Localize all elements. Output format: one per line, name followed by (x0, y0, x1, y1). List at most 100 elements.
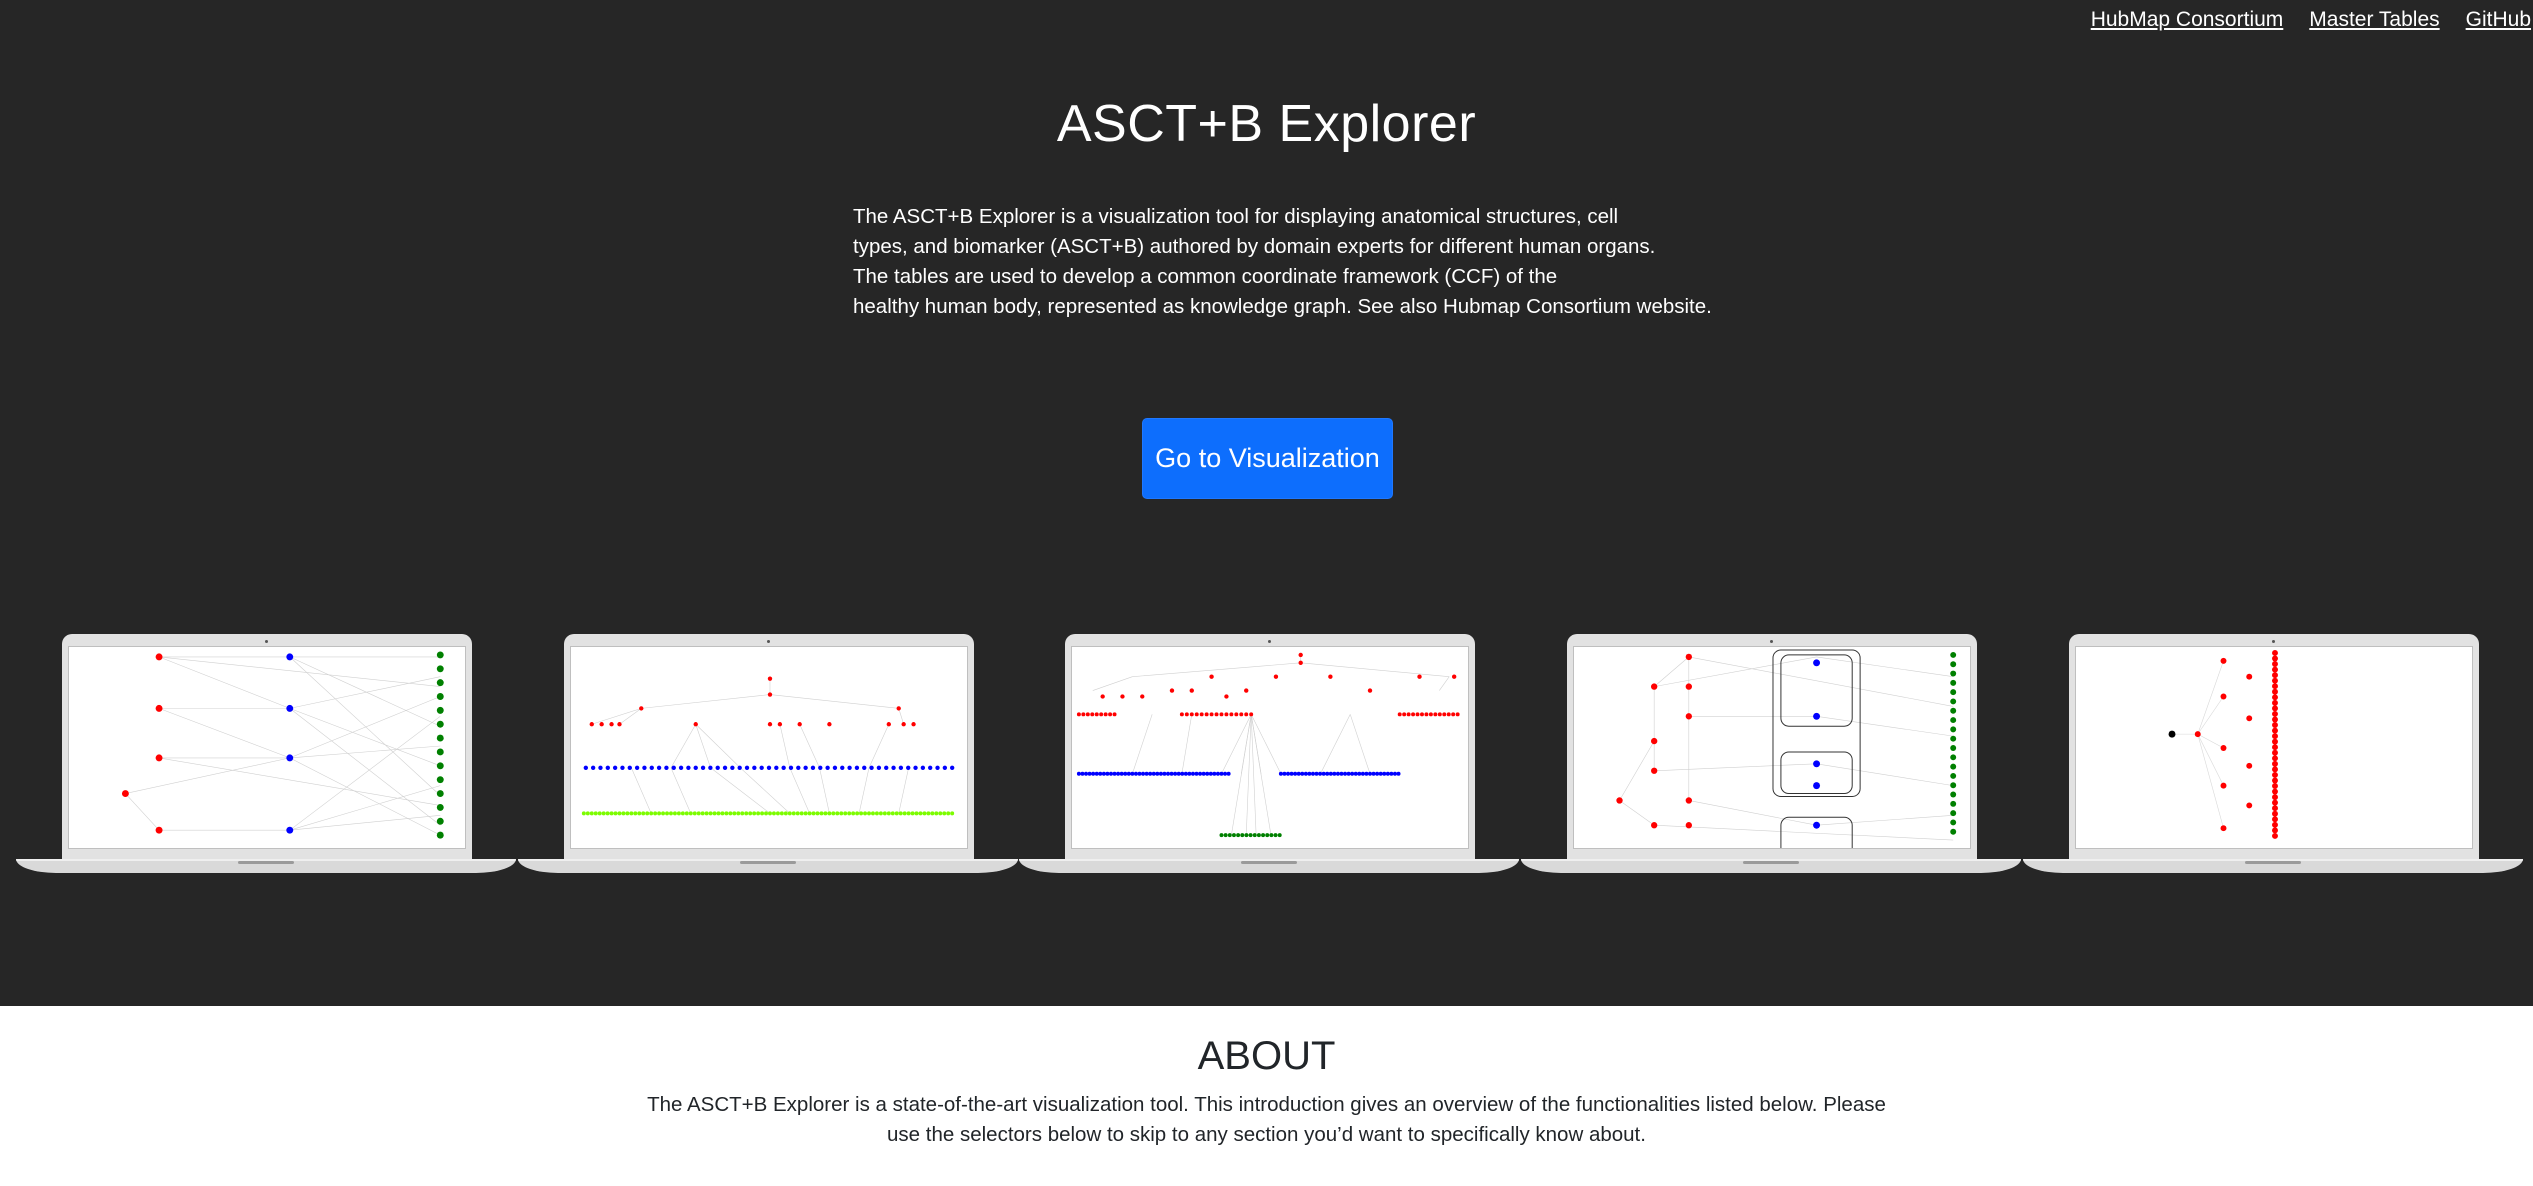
graph-node (1099, 712, 1104, 717)
graph-node (1162, 771, 1167, 776)
graph-node (1081, 712, 1086, 717)
graph-node (760, 811, 765, 816)
camera-dot (767, 640, 770, 643)
graph-node (1108, 712, 1113, 717)
graph-node (2272, 749, 2278, 756)
graph-node (1428, 712, 1433, 717)
graph-node (759, 765, 764, 770)
graph-node (874, 811, 879, 816)
graph-node (649, 765, 654, 770)
graph-node (768, 811, 772, 816)
graph-thumbnail (121, 651, 444, 839)
graph-node (843, 811, 848, 816)
graph-node (684, 811, 689, 816)
graph-node (884, 765, 889, 770)
about-heading: ABOUT (1197, 1034, 1336, 1078)
graph-node (2272, 760, 2278, 767)
graph-node (752, 765, 757, 770)
graph-node (1950, 679, 1957, 686)
graph-node (1950, 772, 1957, 779)
graph-node (1227, 833, 1232, 838)
graph-node (1166, 771, 1170, 776)
graph-node (605, 811, 610, 816)
graph-node (1126, 771, 1131, 776)
graph-node (1244, 712, 1249, 717)
graph-node (1229, 712, 1234, 717)
graph-node (1176, 771, 1181, 776)
graph-node (2272, 805, 2278, 812)
graph-node (1094, 771, 1099, 776)
nav-link-master-tables[interactable]: Master Tables (2309, 8, 2439, 32)
graph-node (891, 765, 896, 770)
graph-node (2272, 705, 2278, 712)
graph-node (1180, 771, 1185, 776)
graph-thumbnail (1616, 649, 1957, 848)
graph-node (693, 765, 698, 770)
graph-node (890, 811, 895, 816)
graph-node (1198, 771, 1203, 776)
graph-node (851, 811, 856, 816)
graph-node (886, 811, 891, 816)
graph-node (641, 811, 646, 816)
graph-node (1130, 771, 1135, 776)
graph-node (744, 811, 749, 816)
graph-node (700, 811, 705, 816)
graph-node (1950, 735, 1957, 742)
laptop-preview-layered-graph (16, 634, 516, 874)
laptop-notch (1241, 861, 1297, 864)
graph-node (870, 811, 875, 816)
about-description: The ASCT+B Explorer is a state-of-the-ar… (640, 1090, 1893, 1150)
graph-node (847, 765, 852, 770)
graph-node (2272, 661, 2278, 668)
graph-node (583, 765, 589, 770)
graph-node (1244, 833, 1249, 838)
graph-node (2272, 744, 2278, 751)
graph-node (649, 811, 654, 816)
graph-node (1368, 771, 1372, 776)
graph-node (1950, 698, 1957, 705)
graph-node (744, 765, 750, 770)
graph-node (1420, 712, 1424, 717)
graph-node (787, 811, 792, 816)
graph-node (634, 765, 640, 770)
laptop-preview-gallery (0, 634, 2533, 874)
about-line: use the selectors below to skip to any s… (887, 1123, 1646, 1146)
graph-node (825, 765, 830, 770)
graph-node (1278, 771, 1283, 776)
graph-node (1950, 819, 1957, 826)
graph-node (722, 765, 728, 770)
graph-node (1415, 712, 1420, 717)
graph-node (2272, 649, 2278, 656)
graph-node (1950, 828, 1957, 835)
graph-node (1205, 771, 1210, 776)
graph-node (2272, 672, 2278, 679)
graph-node (938, 811, 943, 816)
graph-node (756, 811, 761, 816)
graph-node (2272, 777, 2278, 784)
graph-node (1406, 712, 1411, 717)
graph-node (1293, 771, 1298, 776)
graph-node (1307, 771, 1312, 776)
graph-node (2272, 733, 2278, 740)
graph-node (664, 765, 669, 770)
graph-node (1223, 833, 1228, 838)
graph-node (1076, 712, 1081, 717)
graph-node (819, 811, 824, 816)
graph-node (926, 811, 931, 816)
about-line: The ASCT+B Explorer is a state-of-the-ar… (647, 1093, 1886, 1116)
graph-node (661, 811, 666, 816)
laptop-base (518, 859, 1018, 873)
graph-node (1231, 833, 1236, 838)
graph-node (1151, 771, 1156, 776)
nav-link-github[interactable]: GitHub (2466, 8, 2531, 32)
graph-node (737, 765, 742, 770)
graph-node (1343, 771, 1348, 776)
graph-thumbnail (2168, 649, 2278, 839)
nav-link-hubmap-consortium[interactable]: HubMap Consortium (2091, 8, 2284, 32)
go-to-visualization-button[interactable]: Go to Visualization (1142, 418, 1393, 499)
graph-node (704, 811, 709, 816)
graph-node (748, 811, 753, 816)
graph-node (633, 811, 638, 816)
graph-node (1303, 771, 1308, 776)
graph-node (665, 811, 669, 816)
